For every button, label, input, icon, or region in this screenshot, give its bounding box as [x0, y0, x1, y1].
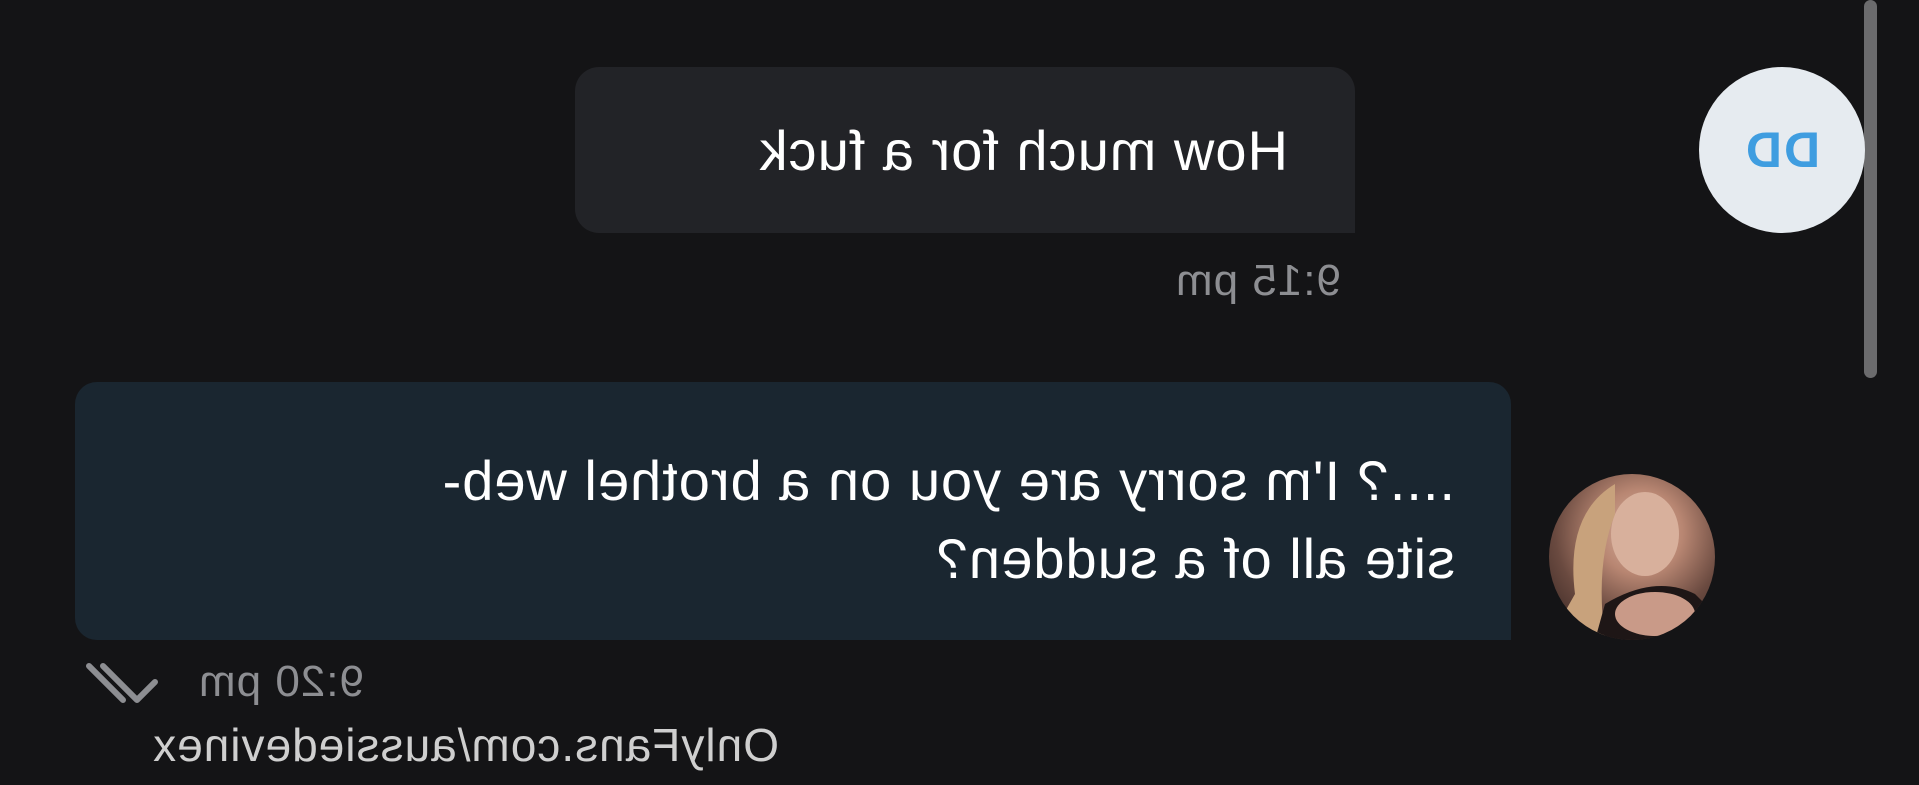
- avatar-initials: DD: [1743, 122, 1821, 178]
- double-check-icon: [86, 663, 158, 703]
- mirrored-view: DD How much for a fuck 9:15 pm ....? I'm…: [0, 0, 1919, 785]
- watermark: OnlyFans.com/aussiedevinex: [152, 719, 779, 771]
- outgoing-message-line-2: site all of a sudden?: [935, 527, 1455, 590]
- incoming-message-bubble[interactable]: How much for a fuck: [575, 67, 1355, 233]
- user-avatar[interactable]: [1549, 474, 1715, 640]
- contact-avatar[interactable]: DD: [1699, 67, 1865, 233]
- outgoing-message-line-1: ....? I'm sorry are you on a brothel web…: [441, 449, 1455, 512]
- chat-screen: DD How much for a fuck 9:15 pm ....? I'm…: [0, 0, 1919, 785]
- outgoing-message-bubble[interactable]: ....? I'm sorry are you on a brothel web…: [75, 382, 1511, 640]
- incoming-message-time: 9:15 pm: [1175, 256, 1341, 305]
- avatar-photo-icon: [1549, 484, 1715, 640]
- incoming-message-text: How much for a fuck: [758, 119, 1288, 182]
- outgoing-message-time: 9:20 pm: [198, 657, 364, 706]
- scrollbar[interactable]: [1864, 0, 1877, 378]
